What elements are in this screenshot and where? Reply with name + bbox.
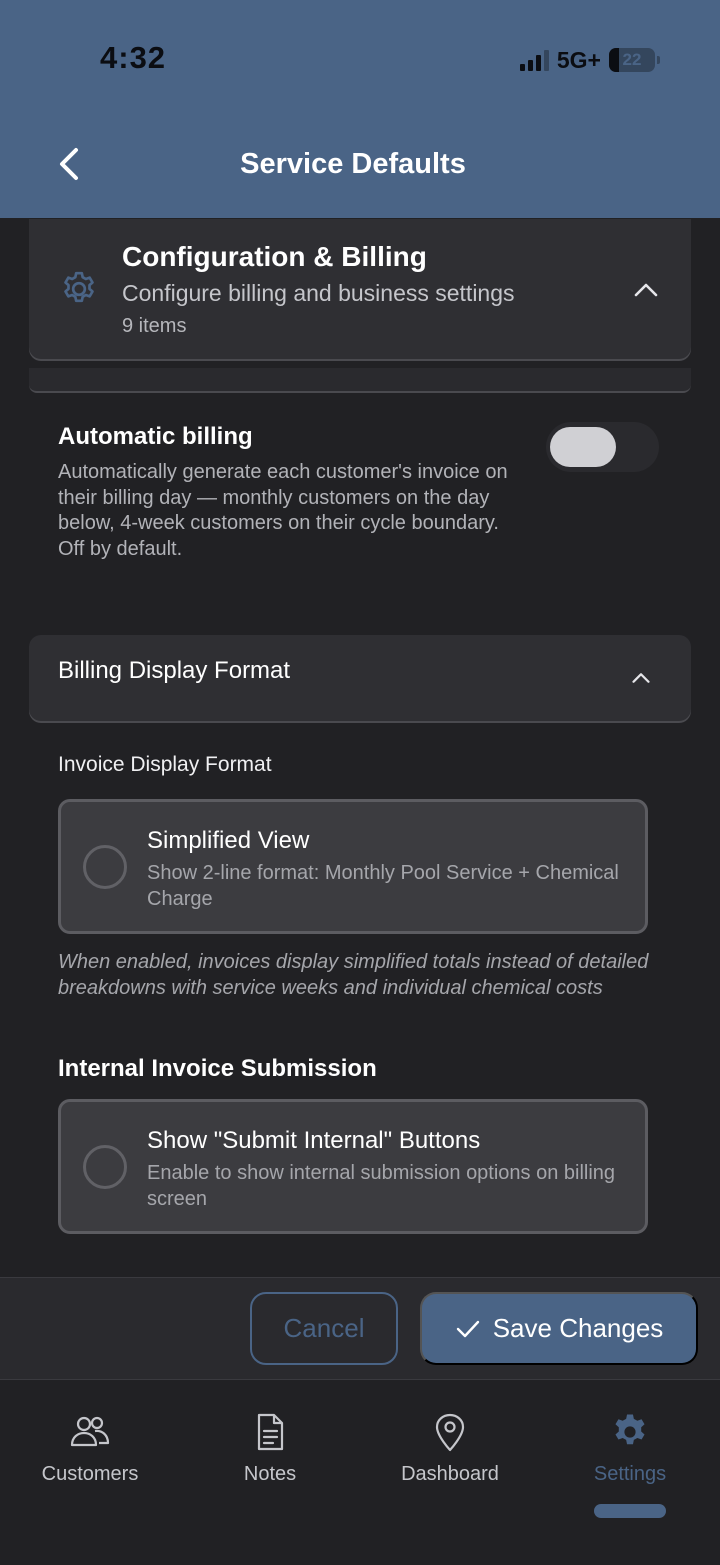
option-title: Simplified View [147, 827, 310, 854]
tab-customers[interactable]: Customers [0, 1411, 180, 1486]
tab-notes[interactable]: Notes [180, 1411, 360, 1486]
chevron-up-icon[interactable] [631, 275, 661, 305]
active-tab-indicator [594, 1504, 666, 1518]
config-section-header[interactable]: Configuration & Billing Configure billin… [29, 219, 691, 359]
section-title: Configuration & Billing [122, 241, 427, 272]
checkmark-icon [456, 1320, 479, 1337]
tab-label: Notes [243, 1463, 297, 1485]
submit-internal-option[interactable]: Show "Submit Internal" Buttons Enable to… [58, 1099, 648, 1234]
invoice-display-format-label: Invoice Display Format [58, 753, 272, 776]
gear-icon [615, 1414, 645, 1445]
automatic-billing-description: Automatically generate each customer's i… [58, 461, 508, 560]
option-description: Show 2-line format: Monthly Pool Service… [147, 862, 619, 910]
tab-label: Settings [593, 1463, 667, 1485]
cancel-button[interactable]: Cancel [250, 1292, 398, 1365]
radio-button[interactable] [83, 1145, 127, 1189]
signal-icon [519, 49, 549, 71]
simplified-view-note: When enabled, invoices display simplifie… [58, 951, 649, 999]
gear-icon [64, 271, 94, 303]
tab-bar: Customers Notes Dashboard Settings [0, 1381, 720, 1565]
tab-label: Customers [41, 1463, 139, 1485]
simplified-view-option[interactable]: Simplified View Show 2-line format: Mont… [58, 799, 648, 934]
chevron-up-icon[interactable] [627, 664, 655, 692]
header: 4:32 5G+ 22 Service Defaults [0, 0, 720, 218]
section-divider [29, 368, 691, 393]
billing-display-format-header[interactable]: Billing Display Format [29, 635, 691, 721]
tab-label: Dashboard [401, 1463, 499, 1485]
internal-invoice-submission-title: Internal Invoice Submission [58, 1055, 377, 1082]
automatic-billing-title: Automatic billing [58, 423, 253, 450]
option-description: Enable to show internal submission optio… [147, 1162, 616, 1210]
status-indicators: 5G+ 22 [519, 44, 660, 76]
section-item-count: 9 items [122, 315, 187, 337]
tab-dashboard[interactable]: Dashboard [360, 1411, 540, 1486]
document-icon [257, 1413, 284, 1451]
billing-display-title: Billing Display Format [58, 657, 291, 684]
save-label: Save Changes [492, 1313, 664, 1343]
battery-level: 22 [622, 50, 642, 69]
radio-button[interactable] [83, 845, 127, 889]
tab-settings[interactable]: Settings [540, 1411, 720, 1486]
section-subtitle: Configure billing and business settings [122, 280, 515, 306]
network-type: 5G+ [556, 46, 601, 73]
save-changes-button[interactable]: Save Changes [420, 1292, 698, 1365]
page-title: Service Defaults [240, 148, 466, 180]
battery-icon: 22 [609, 48, 655, 72]
option-title: Show "Submit Internal" Buttons [147, 1127, 481, 1154]
users-icon [70, 1416, 110, 1447]
action-bar: Cancel Save Changes [0, 1277, 720, 1380]
map-pin-icon [435, 1413, 465, 1452]
automatic-billing-toggle[interactable] [546, 422, 659, 472]
status-time: 4:32 [100, 40, 167, 75]
toggle-knob [550, 427, 616, 467]
